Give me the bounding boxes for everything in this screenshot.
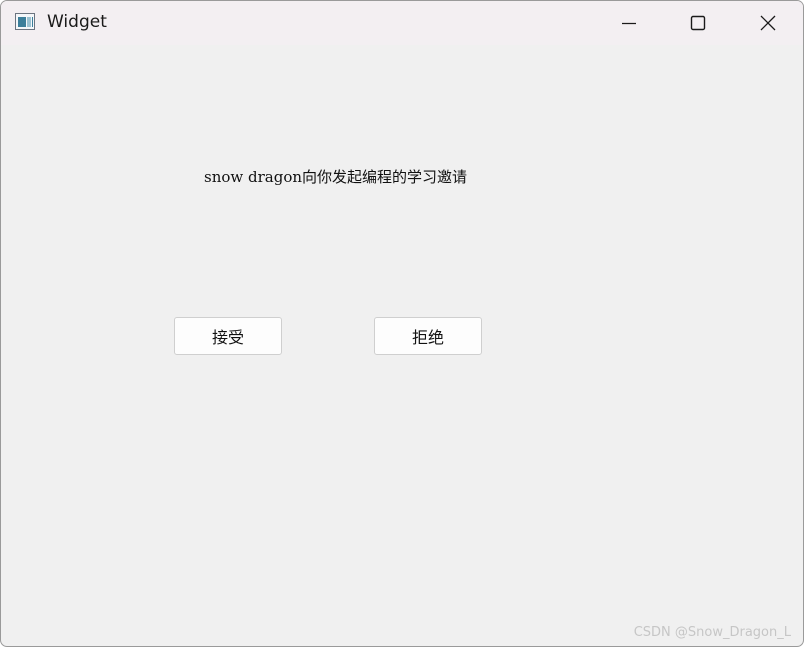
widget-app-icon [15, 13, 35, 30]
minimize-button[interactable] [606, 1, 652, 45]
title-bar[interactable]: Widget [1, 1, 803, 45]
accept-button[interactable]: 接受 [174, 317, 282, 355]
invitation-message-label: snow dragon向你发起编程的学习邀请 [204, 168, 468, 186]
maximize-button[interactable] [675, 1, 721, 45]
minimize-icon [622, 22, 636, 25]
window-title: Widget [47, 12, 107, 32]
close-button[interactable] [745, 1, 791, 45]
reject-button[interactable]: 拒绝 [374, 317, 482, 355]
widget-window: Widget snow dragon向你发起编程的学习邀请 接受 拒绝 CSDN… [0, 0, 804, 647]
maximize-icon [690, 15, 706, 31]
watermark: CSDN @Snow_Dragon_L [633, 625, 791, 640]
close-icon [760, 15, 776, 31]
